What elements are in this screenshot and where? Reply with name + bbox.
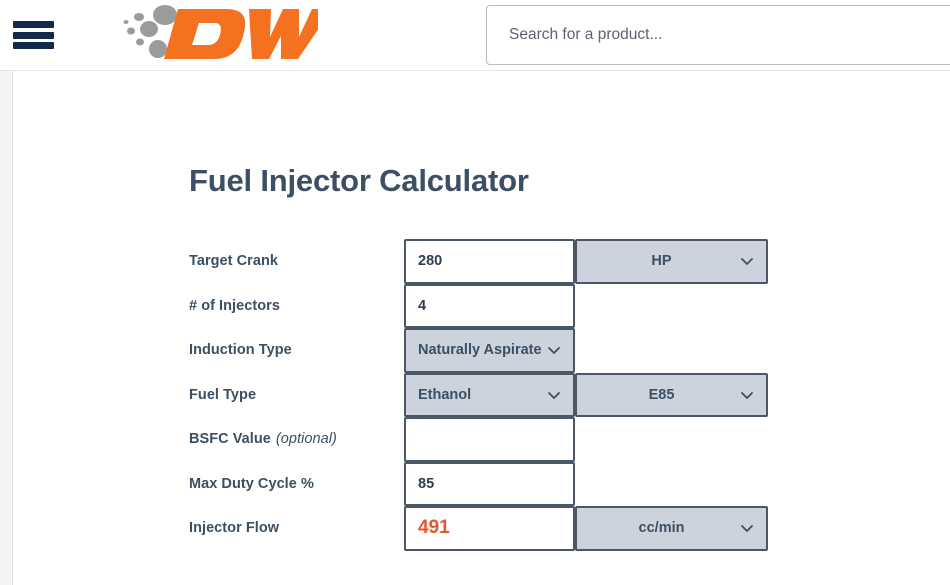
calculator-row-label: Injector Flow (189, 506, 404, 551)
injector-flow-unit-select[interactable]: cc/min (575, 506, 768, 551)
search-input[interactable] (487, 6, 950, 64)
empty-cell (575, 284, 768, 329)
dw-logo[interactable] (118, 4, 318, 64)
injector-flow-unit-select-value: cc/min (638, 520, 685, 537)
page-title: Fuel Injector Calculator (189, 163, 529, 198)
chevron-down-icon (740, 388, 754, 402)
calculator-row-label: BSFC Value (optional) (189, 417, 404, 462)
calculator-row: BSFC Value (optional) (189, 417, 769, 462)
calculator-row-label: Max Duty Cycle % (189, 462, 404, 507)
chevron-down-icon (740, 254, 754, 268)
calculator-input-cell: 85 (404, 461, 575, 506)
calculator-input-cell: Ethanol (404, 372, 575, 417)
calculator-input-cell: Naturally Aspirated (404, 328, 575, 373)
hamburger-bar-3 (13, 42, 54, 49)
calculator-row: Fuel Type Ethanol E85 (189, 372, 769, 418)
empty-cell (575, 462, 768, 507)
injector-flow-result: 491 (404, 506, 575, 551)
calculator-row: Induction Type Naturally Aspirated (189, 328, 769, 373)
calculator-row-label: Induction Type (189, 328, 404, 373)
calculator-unit-cell (575, 328, 768, 373)
chevron-down-icon (547, 388, 561, 402)
main-content: Fuel Injector Calculator Target Crank 280… (14, 71, 950, 585)
hamburger-bar-2 (13, 31, 54, 39)
injector-count-input[interactable]: 4 (404, 283, 575, 328)
search-box[interactable] (486, 5, 950, 65)
calculator-input-cell: 491 (404, 506, 575, 551)
label-text: Fuel Type (189, 386, 257, 403)
label-text: BSFC Value (189, 431, 271, 448)
empty-cell (575, 417, 768, 462)
fuel-type-select-value: Ethanol (418, 386, 472, 403)
calculator-row-label: Fuel Type (189, 373, 404, 418)
chevron-down-icon (740, 521, 754, 535)
calculator-row: Injector Flow 491 cc/min (189, 506, 769, 551)
label-optional-note: (optional) (275, 431, 337, 448)
label-text: Max Duty Cycle % (189, 475, 314, 492)
label-text: Induction Type (189, 342, 292, 359)
chevron-down-icon (547, 343, 561, 357)
calculator-input-cell: 280 (404, 239, 575, 284)
calculator-row-label: # of Injectors (189, 284, 404, 329)
empty-cell (575, 328, 768, 373)
target-crank-unit-select[interactable]: HP (575, 239, 768, 284)
fuel-injector-calculator-form: Target Crank 280 HP # of Injectors 4 Inductio… (189, 239, 769, 551)
bsfc-value-input[interactable] (404, 417, 575, 462)
calculator-unit-cell: HP (575, 239, 768, 284)
hamburger-bar-1 (13, 21, 54, 28)
target-crank-unit-select-value: HP (651, 253, 672, 270)
calculator-row: # of Injectors 4 (189, 283, 769, 329)
page-root: Fuel Injector Calculator Target Crank 280… (0, 0, 950, 585)
hamburger-menu-icon[interactable] (13, 19, 54, 51)
calculator-unit-cell: cc/min (575, 506, 768, 551)
calculator-unit-cell (575, 462, 768, 507)
calculator-input-cell: 4 (404, 283, 575, 328)
label-text: # of Injectors (189, 297, 280, 314)
max-duty-cycle-input[interactable]: 85 (404, 461, 575, 506)
calculator-input-cell (404, 417, 575, 462)
fuel-type-select[interactable]: Ethanol (404, 372, 575, 417)
site-header (0, 0, 950, 71)
target-crank-input[interactable]: 280 (404, 239, 575, 284)
induction-type-select-value: Naturally Aspirated (418, 342, 541, 359)
calculator-row: Max Duty Cycle % 85 (189, 461, 769, 507)
left-gutter-strip (0, 71, 13, 585)
label-text: Injector Flow (189, 520, 280, 537)
calculator-row-label: Target Crank (189, 239, 404, 284)
calculator-unit-cell (575, 284, 768, 329)
fuel-blend-select-value: E85 (648, 386, 675, 403)
calculator-unit-cell (575, 417, 768, 462)
label-text: Target Crank (189, 253, 278, 270)
calculator-row: Target Crank 280 HP (189, 239, 769, 284)
fuel-blend-select[interactable]: E85 (575, 372, 768, 417)
calculator-unit-cell: E85 (575, 372, 768, 417)
induction-type-select[interactable]: Naturally Aspirated (404, 328, 575, 373)
